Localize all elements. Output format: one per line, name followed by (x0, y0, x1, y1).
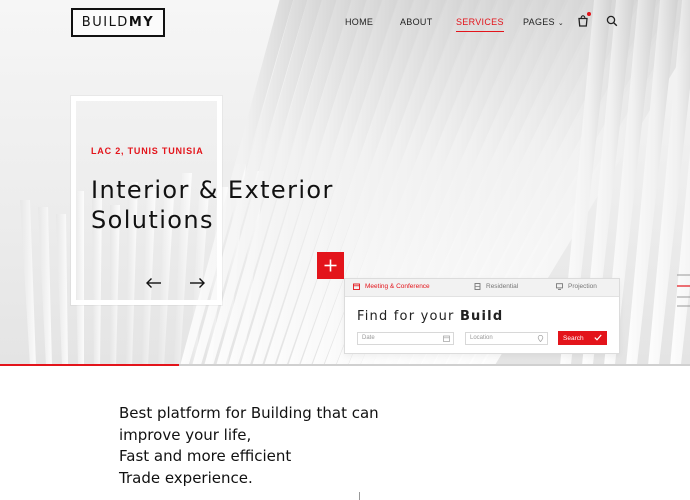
search-panel: Meeting & Conference Residential Project… (344, 278, 620, 354)
nav-item-about[interactable]: ABOUT (400, 17, 433, 27)
intro-line-3: Fast and more efficient (119, 447, 292, 465)
nav-item-pages[interactable]: PAGES ⌄ (523, 17, 564, 27)
intro-line-2: improve your life, (119, 425, 252, 444)
location-field-placeholder: Location (470, 335, 493, 341)
tab-projection-label: Projection (568, 283, 597, 290)
arrow-left-icon (146, 278, 161, 288)
search-icon (606, 15, 618, 27)
hero-section: BUILD MY HOME ABOUT SERVICES PAGES ⌄ LAC 2… (0, 0, 690, 366)
search-panel-title: Find for your Build (357, 309, 503, 324)
building-icon (474, 283, 481, 290)
tab-residential-label: Residential (486, 283, 519, 290)
prev-slide-button[interactable] (145, 274, 163, 292)
date-field-placeholder: Date (362, 335, 375, 341)
tab-meeting-conference-label: Meeting & Conference (365, 283, 430, 290)
hero-headline-line1: Interior & Exterior (91, 176, 334, 204)
expand-button[interactable] (317, 252, 344, 279)
scroll-indicator-line (359, 492, 360, 500)
plus-icon (324, 259, 337, 272)
location-pin-icon (537, 335, 544, 342)
nav-item-pages-label: PAGES (523, 17, 555, 27)
intro-line-4: Trade experience. (119, 468, 253, 487)
search-button[interactable] (606, 14, 620, 28)
hero-location-kicker: LAC 2, TUNIS TUNISIA (91, 146, 204, 156)
slide-indicator-lines[interactable] (677, 270, 690, 310)
intro-text: Best platform for Building that can impr… (119, 403, 479, 489)
date-field[interactable]: Date (357, 332, 454, 345)
hero-headline-line2: Solutions (91, 206, 214, 234)
search-tabs: Meeting & Conference Residential Project… (345, 279, 619, 297)
search-submit-label: Search (563, 334, 584, 342)
search-submit-button[interactable]: Search (558, 331, 607, 345)
arrow-right-icon (190, 278, 205, 288)
cart-badge-dot (587, 12, 591, 16)
cart-button[interactable] (577, 12, 591, 28)
checkmark-icon (594, 334, 602, 341)
search-panel-title-prefix: Find for your (357, 309, 460, 324)
next-slide-button[interactable] (188, 274, 206, 292)
monitor-icon (556, 283, 563, 290)
calendar-icon (443, 335, 450, 342)
nav-item-services[interactable]: SERVICES (456, 17, 504, 32)
slider-progress-fill (0, 364, 180, 366)
location-field[interactable]: Location (465, 332, 548, 345)
slider-progress-bar (0, 364, 690, 366)
tab-residential[interactable]: Residential (474, 283, 518, 290)
chevron-down-icon: ⌄ (557, 20, 565, 27)
search-panel-title-highlight: Build (459, 309, 504, 324)
tab-meeting-conference[interactable]: Meeting & Conference (353, 283, 430, 290)
cart-icon (578, 15, 588, 27)
intro-line-1: Best platform for Building that can (119, 404, 379, 422)
tab-projection[interactable]: Projection (556, 283, 597, 290)
hero-headline: Interior & Exterior Solutions (91, 175, 334, 235)
calendar-icon (353, 283, 360, 290)
nav-item-home[interactable]: HOME (345, 17, 373, 27)
